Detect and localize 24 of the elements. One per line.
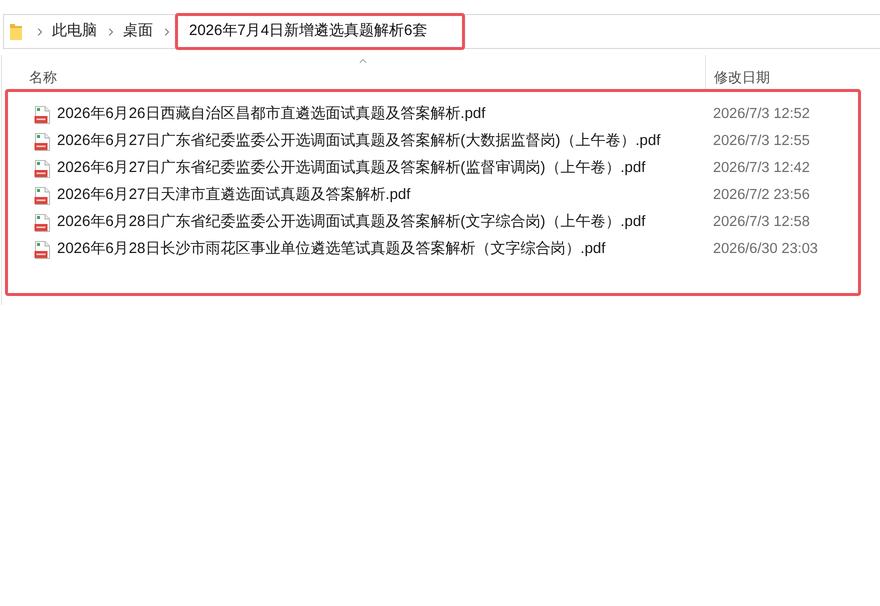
column-header[interactable]: 名称 bbox=[21, 55, 705, 89]
file-name[interactable]: 2026年6月26日西藏自治区昌都市直遴选面试真题及答案解析.pdf bbox=[57, 103, 486, 126]
modified-date: 2026/7/3 12:55 bbox=[713, 132, 810, 151]
pdf-file-icon bbox=[34, 132, 50, 150]
modified-date: 2026/7/3 12:58 bbox=[713, 212, 810, 232]
column-header[interactable]: 修改日期 bbox=[705, 55, 880, 89]
address-segment[interactable]: 此电脑 bbox=[50, 15, 99, 48]
folder-icon bbox=[10, 24, 22, 40]
file-name[interactable]: 2026年6月28日长沙市雨花区事业单位遴选笔试真题及答案解析（文字综合岗）.pdf bbox=[57, 238, 606, 261]
pdf-file-icon bbox=[34, 160, 50, 178]
address-segment[interactable]: 桌面 bbox=[121, 15, 155, 48]
address-segment[interactable]: 2026年7月4日新增遴选真题解析6套 bbox=[175, 13, 465, 50]
pdf-file-icon bbox=[34, 106, 50, 124]
file-name[interactable]: 2026年6月28日广东省纪委监委公开选调面试真题及答案解析(文字综合岗)（上午卷）.pdf bbox=[57, 211, 646, 234]
modified-date: 2026/6/30 23:03 bbox=[713, 240, 818, 259]
file-name[interactable]: 2026年6月27日天津市直遴选面试真题及答案解析.pdf bbox=[57, 184, 410, 207]
file-name[interactable]: 2026年6月27日广东省纪委监委公开选调面试真题及答案解析(大数据监督岗)（上午卷）.pdf bbox=[57, 130, 660, 153]
pdf-file-icon bbox=[34, 186, 50, 204]
pdf-file-icon bbox=[34, 240, 50, 258]
modified-date: 2026/7/2 23:56 bbox=[713, 186, 810, 205]
modified-date: 2026/7/3 12:42 bbox=[713, 158, 810, 178]
file-name[interactable]: 2026年6月27日广东省纪委监委公开选调面试真题及答案解析(监督审调岗)（上午卷）.pdf bbox=[57, 157, 646, 180]
pdf-file-icon bbox=[34, 214, 50, 232]
modified-date: 2026/7/3 12:52 bbox=[713, 104, 810, 124]
